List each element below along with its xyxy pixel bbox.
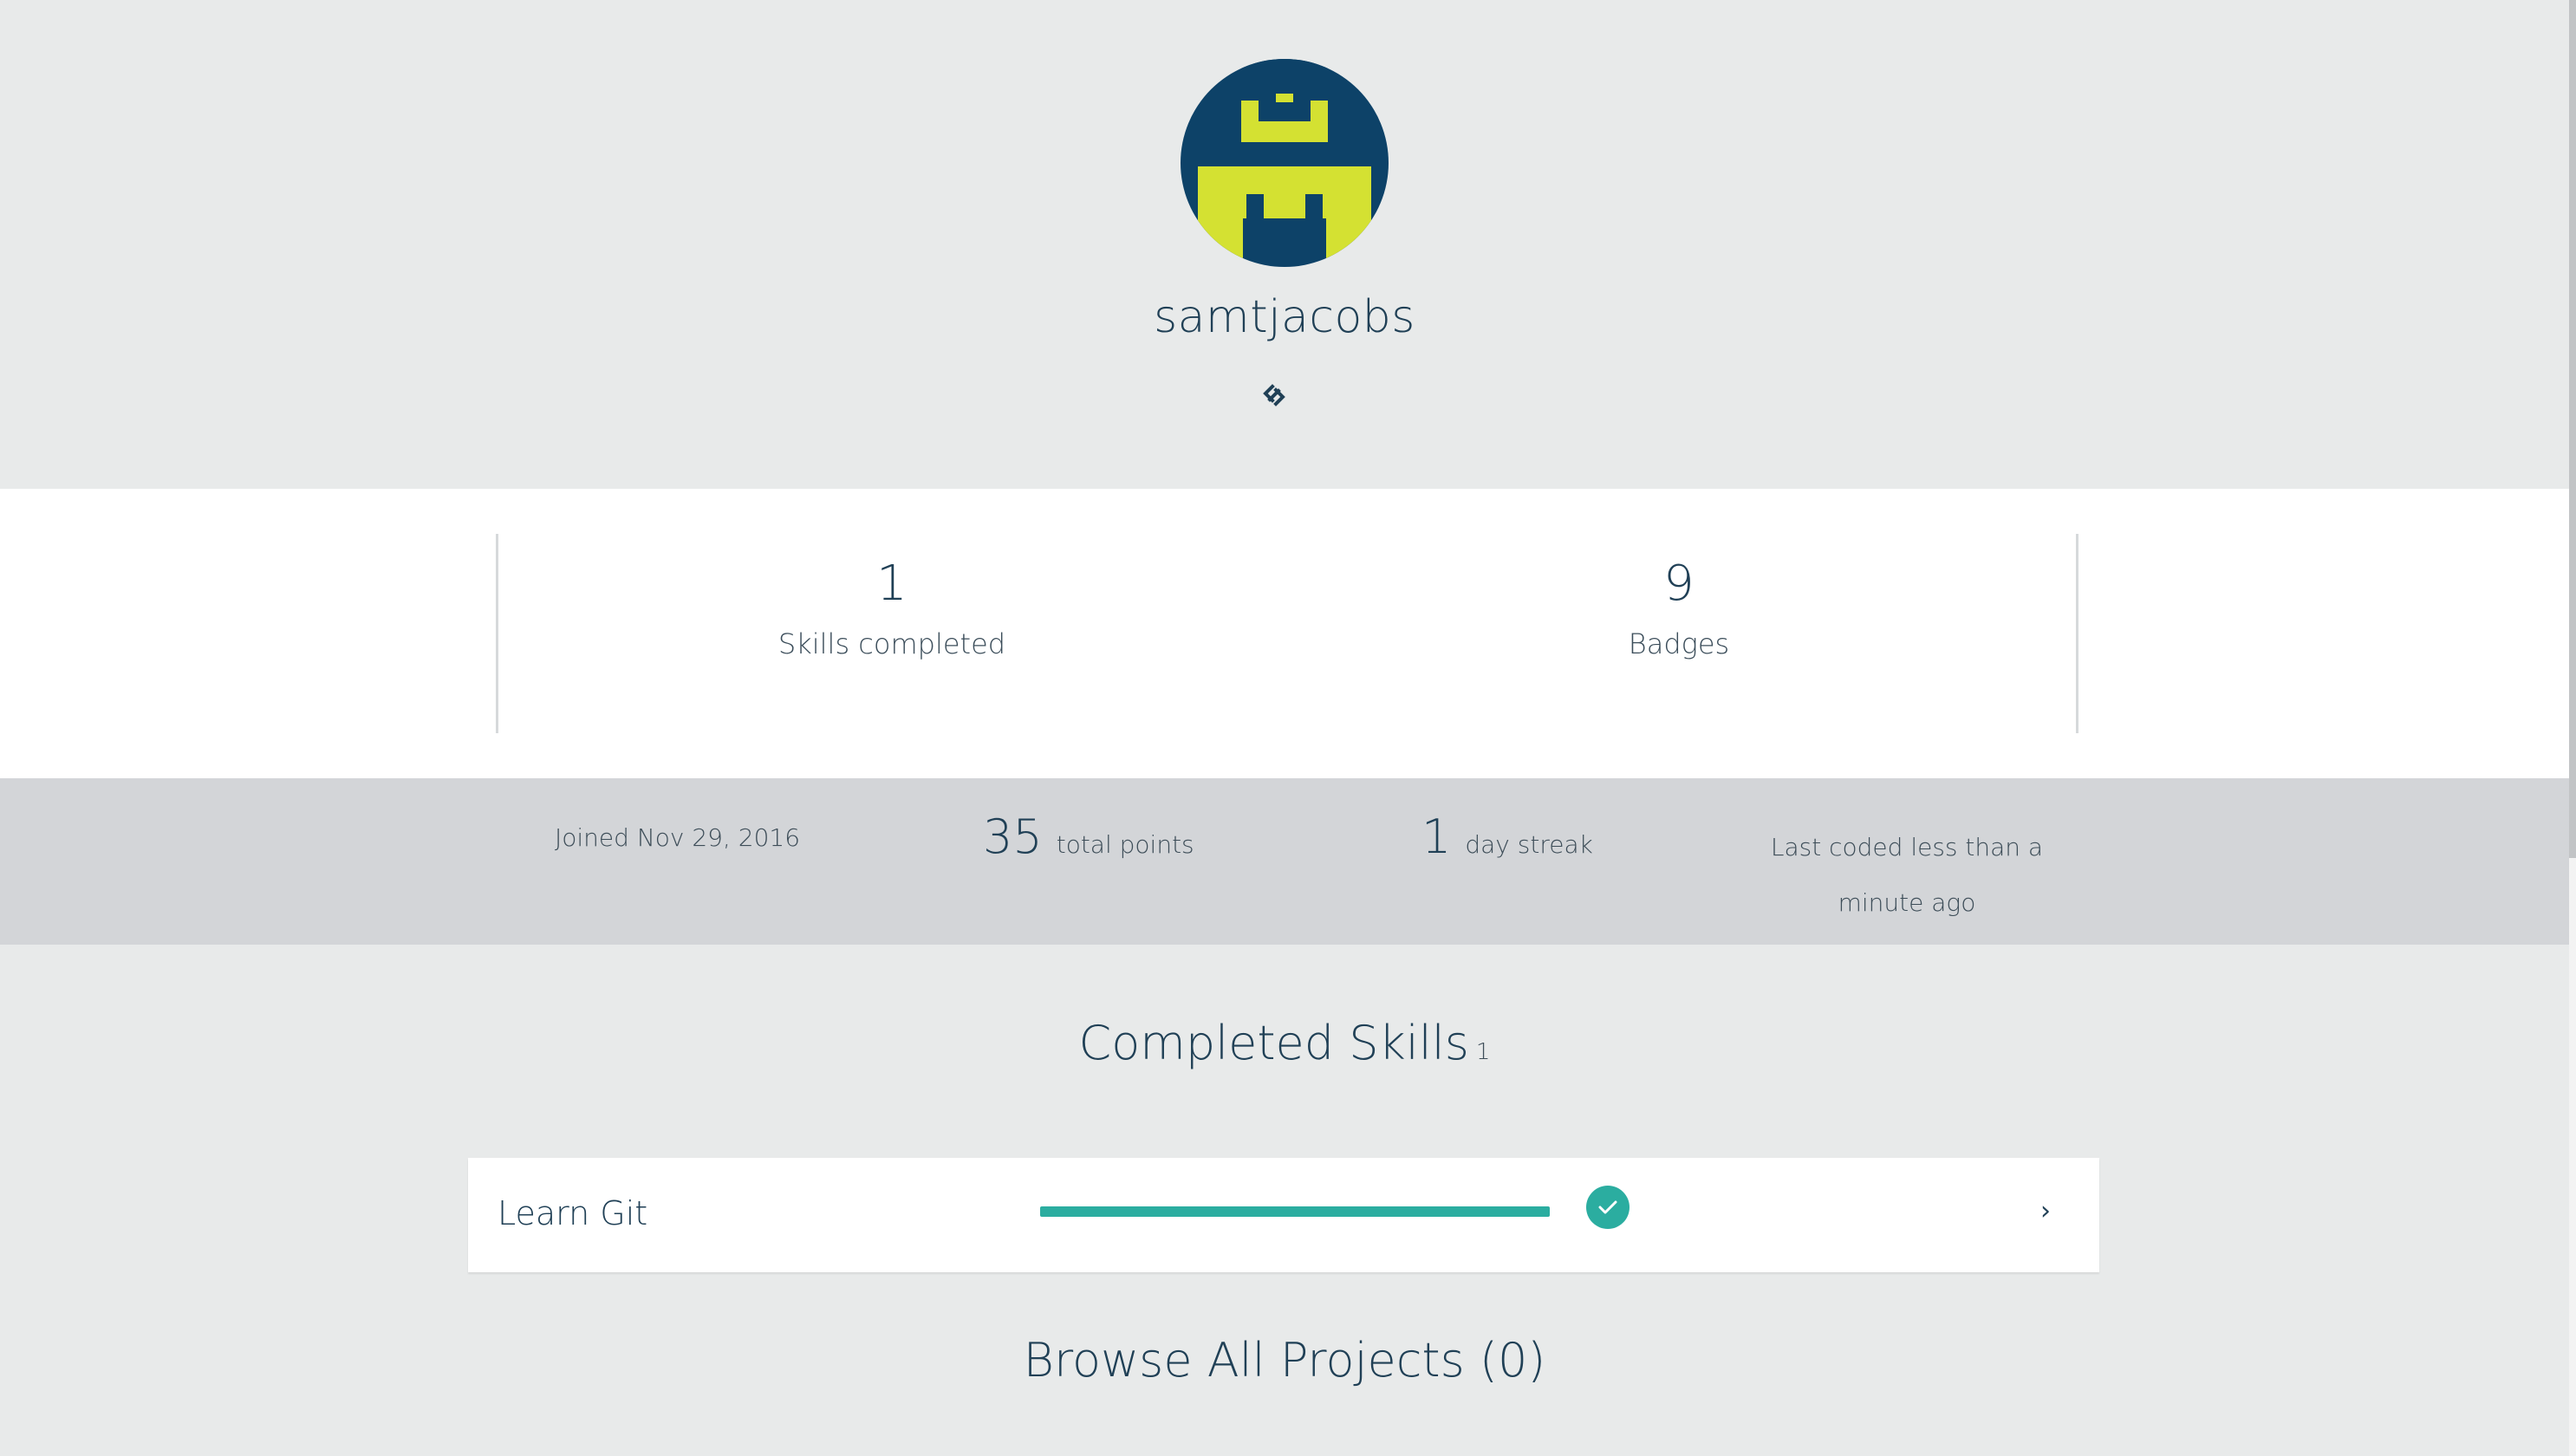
stats-band: 1 Skills completed 9 Badges xyxy=(0,489,2569,778)
avatar xyxy=(1181,59,1389,267)
day-streak: 1 day streak xyxy=(1421,809,1593,864)
browse-projects-heading[interactable]: Browse All Projects (0) xyxy=(0,1333,2569,1388)
check-icon xyxy=(1586,1186,1630,1229)
pixel-castle-avatar-icon xyxy=(1181,59,1389,267)
skill-card-learn-git[interactable]: Learn Git › xyxy=(468,1158,2099,1272)
total-points-label: total points xyxy=(1056,830,1194,859)
profile-header: samtjacobs xyxy=(0,0,2569,489)
profile-page: samtjacobs 1 Skills completed 9 Badges J… xyxy=(0,0,2576,1456)
badges-value: 9 xyxy=(1663,556,1695,612)
badges-stat[interactable]: 9 Badges xyxy=(1480,534,1878,661)
skill-progress-bar xyxy=(1040,1206,1550,1217)
completed-skills-title: Completed Skills xyxy=(1078,1016,1469,1070)
completed-skills-count: 1 xyxy=(1475,1039,1491,1065)
skills-completed-stat[interactable]: 1 Skills completed xyxy=(693,534,1091,661)
last-coded: Last coded less than a minute ago xyxy=(1770,833,2044,917)
scrollbar-thumb[interactable] xyxy=(2569,0,2576,858)
chevron-right-icon[interactable]: › xyxy=(2040,1196,2051,1226)
stats-container: 1 Skills completed 9 Badges xyxy=(496,534,2078,733)
day-streak-label: day streak xyxy=(1465,830,1593,859)
completed-skills-heading: Completed Skills 1 xyxy=(0,1016,2569,1070)
skill-progress-fill xyxy=(1040,1206,1550,1217)
meta-band: Joined Nov 29, 2016 35 total points 1 da… xyxy=(0,778,2569,945)
skills-completed-value: 1 xyxy=(876,556,907,612)
username: samtjacobs xyxy=(1154,291,1415,343)
skill-name: Learn Git xyxy=(498,1194,648,1232)
total-points-value: 35 xyxy=(983,809,1043,864)
joined-date: Joined Nov 29, 2016 xyxy=(555,823,801,852)
day-streak-value: 1 xyxy=(1421,809,1452,864)
badges-label: Badges xyxy=(1628,627,1730,660)
total-points: 35 total points xyxy=(983,809,1194,864)
link-icon[interactable] xyxy=(1257,378,1291,413)
skills-completed-label: Skills completed xyxy=(777,627,1006,660)
